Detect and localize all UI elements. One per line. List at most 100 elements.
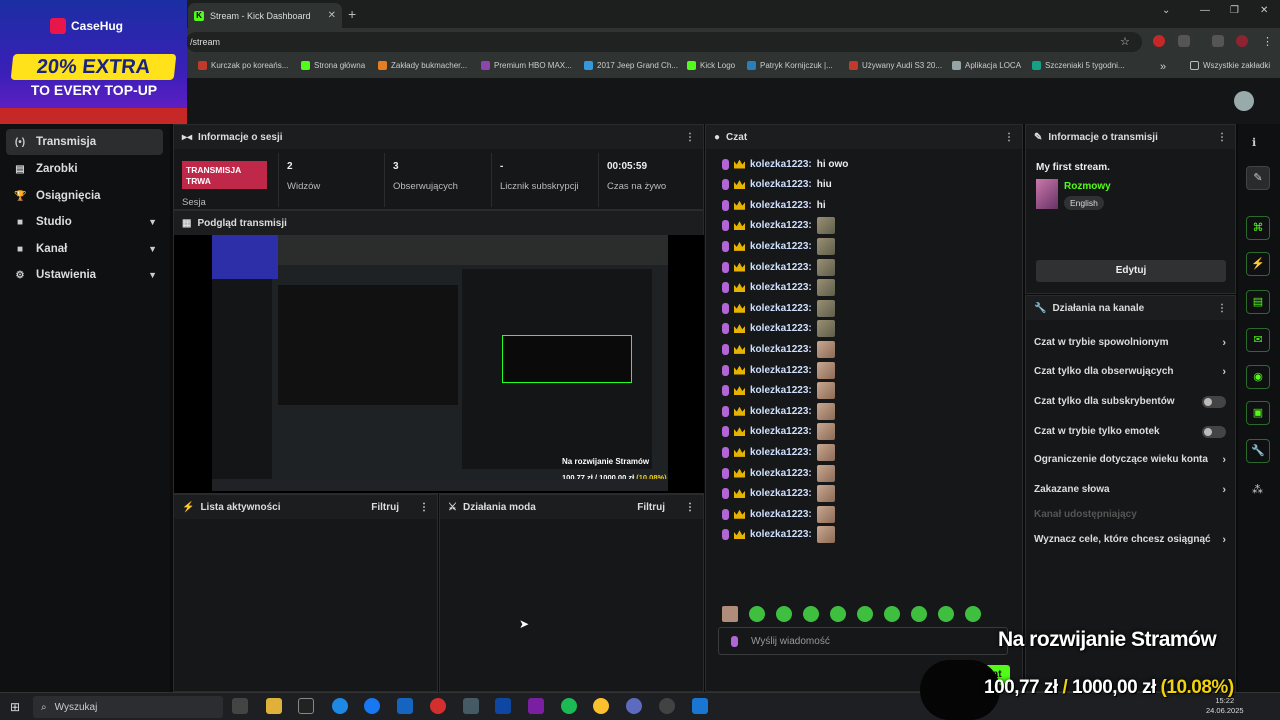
sidebar-item-transmisja[interactable]: (•) Transmisja [6, 129, 163, 155]
chat-message[interactable]: kolezka1223: [722, 278, 835, 298]
emote-icon[interactable] [803, 606, 819, 622]
facebook-icon[interactable] [364, 698, 380, 714]
sidebar-item-studio[interactable]: ■ Studio ▼ [6, 209, 163, 235]
obs-icon[interactable] [626, 698, 642, 714]
wrench-icon[interactable]: 🔧 [1246, 439, 1270, 463]
slow-mode-row[interactable]: Czat w trybie spowolnionym › [1034, 337, 1226, 349]
outlook-icon[interactable] [397, 698, 413, 714]
info-icon[interactable]: ℹ [1252, 136, 1256, 149]
chat-message[interactable]: kolezka1223: hi [722, 195, 826, 215]
chat-username[interactable]: kolezka1223: [750, 406, 812, 417]
maximize-button[interactable]: ❐ [1230, 5, 1239, 16]
bookmark-item[interactable]: Premium HBO MAX... [481, 61, 572, 70]
kebab-menu-icon[interactable]: ⋮ [685, 132, 695, 143]
windows-start-icon[interactable]: ⊞ [10, 700, 20, 714]
chat-message[interactable]: kolezka1223: [722, 442, 835, 462]
chat-username[interactable]: kolezka1223: [750, 488, 812, 499]
emote-only-toggle[interactable] [1202, 425, 1226, 438]
bookmark-item[interactable]: 2017 Jeep Grand Ch... [584, 61, 678, 70]
bookmarks-more-button[interactable]: » [1160, 61, 1166, 73]
bookmark-item[interactable]: Strona główna [301, 61, 365, 70]
kebab-menu-icon[interactable]: ⋮ [419, 502, 429, 513]
edit-layout-icon[interactable]: ✎ [1246, 166, 1270, 190]
clip-icon[interactable]: ⌘ [1246, 216, 1270, 240]
chat-username[interactable]: kolezka1223: [750, 447, 812, 458]
layers-icon[interactable]: ▣ [1246, 401, 1270, 425]
kebab-menu-icon[interactable]: ⋮ [1217, 303, 1227, 314]
extensions-puzzle-icon[interactable] [1178, 35, 1190, 47]
file-explorer-icon[interactable] [266, 698, 282, 714]
new-tab-button[interactable]: + [348, 6, 356, 22]
stream-category[interactable]: Rozmowy [1064, 181, 1111, 192]
chat-username[interactable]: kolezka1223: [750, 200, 812, 211]
activity-filter-button[interactable]: Filtruj [371, 502, 399, 513]
sidebar-item-zarobki[interactable]: ▤ Zarobki [6, 156, 163, 182]
kebab-menu-icon[interactable]: ⋮ [1004, 132, 1014, 143]
emote-icon[interactable] [938, 606, 954, 622]
chat-username[interactable]: kolezka1223: [750, 344, 812, 355]
chat-username[interactable]: kolezka1223: [750, 262, 812, 273]
chat-username[interactable]: kolezka1223: [750, 179, 812, 190]
apps-icon[interactable]: ⁂ [1252, 483, 1263, 496]
bookmark-item[interactable]: Kick Logo [687, 61, 735, 70]
chat-message[interactable]: kolezka1223: hi owo [722, 154, 848, 174]
chat-message-input[interactable]: Wyślij wiadomość [718, 627, 1008, 655]
browser-tab[interactable]: K Stream - Kick Dashboard ✕ [188, 3, 342, 28]
chat-username[interactable]: kolezka1223: [750, 282, 812, 293]
chat-message[interactable]: kolezka1223: [722, 422, 835, 442]
stream-preview-video[interactable]: Na rozwijanie Stramów 100,77 zł / 1000,0… [174, 235, 704, 493]
chat-username[interactable]: kolezka1223: [750, 365, 812, 376]
chat-username[interactable]: kolezka1223: [750, 426, 812, 437]
chat-message[interactable]: kolezka1223: [722, 360, 835, 380]
minimize-button[interactable]: — [1200, 5, 1210, 16]
bookmark-item[interactable]: Używany Audi S3 20... [849, 61, 942, 70]
sidebar-item-kanal[interactable]: ■ Kanał ▼ [6, 236, 163, 262]
tab-search-icon[interactable]: ⌄ [1162, 5, 1170, 16]
broadcast-icon[interactable]: ◉ [1246, 365, 1270, 389]
kebab-menu-icon[interactable]: ⋮ [1217, 132, 1227, 143]
emote-icon[interactable] [776, 606, 792, 622]
chat-message[interactable]: kolezka1223: [722, 216, 835, 236]
extension-icon[interactable] [1153, 35, 1165, 47]
emote-icon[interactable] [965, 606, 981, 622]
all-bookmarks-folder[interactable]: Wszystkie zakładki [1190, 61, 1270, 70]
mod-filter-button[interactable]: Filtruj [637, 502, 665, 513]
browser-menu-icon[interactable]: ⋮ [1262, 35, 1273, 48]
emote-picker-icon[interactable] [722, 606, 738, 622]
chat-username[interactable]: kolezka1223: [750, 468, 812, 479]
opera-icon[interactable] [430, 698, 446, 714]
spotify-icon[interactable] [561, 698, 577, 714]
chat-username[interactable]: kolezka1223: [750, 303, 812, 314]
sidebar-item-ustawienia[interactable]: ⚙ Ustawienia ▼ [6, 262, 163, 288]
chat-message[interactable]: kolezka1223: [722, 504, 835, 524]
chat-message[interactable]: kolezka1223: hiu [722, 175, 832, 195]
sidebar-item-osiagniecia[interactable]: 🏆 Osiągnięcia [6, 183, 163, 209]
close-window-button[interactable]: ✕ [1260, 5, 1268, 16]
chat-message[interactable]: kolezka1223: [722, 484, 835, 504]
bookmark-item[interactable]: Patryk Kornijczuk |... [747, 61, 833, 70]
kebab-menu-icon[interactable]: ⋮ [685, 502, 695, 513]
url-field[interactable]: /stream [186, 32, 1142, 52]
bookmark-star-icon[interactable]: ☆ [1120, 35, 1130, 48]
banned-words-row[interactable]: Zakazane słowa › [1034, 484, 1226, 496]
user-avatar[interactable] [1234, 91, 1254, 111]
emote-icon[interactable] [911, 606, 927, 622]
chat-username[interactable]: kolezka1223: [750, 220, 812, 231]
chat-message[interactable]: kolezka1223: [722, 298, 835, 318]
chat-message[interactable]: kolezka1223: [722, 319, 835, 339]
task-view-icon[interactable] [232, 698, 248, 714]
chat-icon[interactable]: ✉ [1246, 328, 1270, 352]
chat-username[interactable]: kolezka1223: [750, 323, 812, 334]
bookmark-item[interactable]: Kurczak po koreańs... [198, 61, 288, 70]
emote-icon[interactable] [830, 606, 846, 622]
emote-icon[interactable] [749, 606, 765, 622]
bookmark-item[interactable]: Zakłady bukmacher... [378, 61, 467, 70]
emote-icon[interactable] [884, 606, 900, 622]
chat-username[interactable]: kolezka1223: [750, 509, 812, 520]
chat-message[interactable]: kolezka1223: [722, 257, 835, 277]
lightroom-icon[interactable] [495, 698, 511, 714]
download-icon[interactable] [1212, 35, 1224, 47]
chat-username[interactable]: kolezka1223: [750, 241, 812, 252]
app-icon[interactable] [659, 698, 675, 714]
chat-message[interactable]: kolezka1223: [722, 463, 835, 483]
